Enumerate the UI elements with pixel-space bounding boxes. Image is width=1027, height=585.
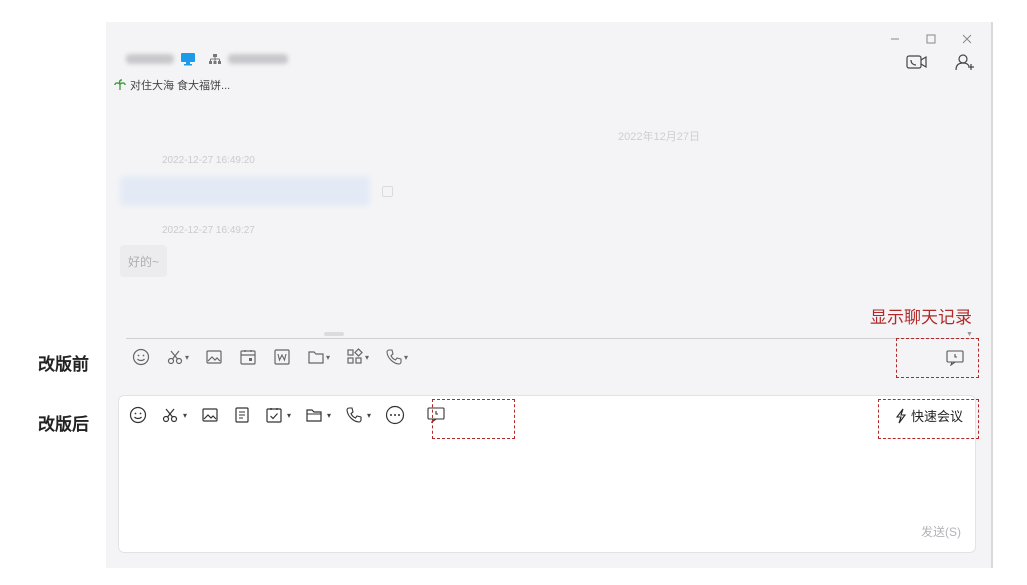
word-doc-icon[interactable]: [273, 346, 291, 368]
folder-icon[interactable]: ▾: [305, 404, 331, 426]
before-label: 改版前: [38, 355, 89, 374]
scissors-icon[interactable]: ▾: [161, 404, 187, 426]
close-icon[interactable]: [949, 28, 985, 50]
read-check-icon: [382, 186, 393, 197]
chat-history: 2022年12月27日 2022-12-27 16:49:20 2022-12-…: [106, 100, 991, 332]
more-icon[interactable]: [385, 404, 405, 426]
org-name-blur: [228, 54, 288, 64]
status-line: 对住大海 食大福饼...: [114, 77, 230, 93]
apps-icon[interactable]: ▾: [346, 346, 369, 368]
org-icon: [208, 53, 222, 65]
contact-header[interactable]: [120, 50, 288, 68]
contact-name-blur: [126, 54, 174, 64]
calendar-icon[interactable]: [239, 346, 257, 368]
history-annotation-label: 显示聊天记录: [870, 308, 972, 327]
new-history-highlight: [432, 399, 515, 439]
emoji-icon[interactable]: [129, 404, 147, 426]
task-icon[interactable]: ▾: [265, 404, 291, 426]
meeting-highlight: [878, 399, 979, 439]
send-button[interactable]: 发送(S): [921, 523, 961, 540]
palm-tree-icon: [114, 79, 126, 91]
input-divider: [126, 338, 976, 339]
resize-handle[interactable]: [324, 332, 344, 336]
header-actions: [905, 52, 977, 72]
chevron-down-icon: ▾: [185, 352, 190, 362]
message-timestamp: 2022-12-27 16:49:27: [162, 225, 255, 236]
date-separator: 2022年12月27日: [618, 131, 700, 143]
chat-window: 对住大海 食大福饼... 2022年12月27日 2022-12-27 16:4…: [106, 22, 993, 568]
chevron-down-icon: ▾: [367, 410, 372, 420]
image-icon[interactable]: [205, 346, 223, 368]
folder-icon[interactable]: ▾: [307, 346, 330, 368]
add-member-icon[interactable]: [953, 52, 977, 72]
image-icon[interactable]: [201, 404, 219, 426]
scissors-icon[interactable]: ▾: [166, 346, 189, 368]
collapse-arrow-icon[interactable]: ▼: [966, 331, 973, 338]
chevron-down-icon: ▾: [326, 352, 331, 362]
message-editor[interactable]: ▾ ▾ ▾ ▾ 快速会议 发送(S): [118, 395, 976, 553]
phone-icon[interactable]: ▾: [385, 346, 408, 368]
message-bubble-blurred: [120, 176, 370, 206]
video-call-icon[interactable]: [905, 52, 929, 72]
emoji-icon[interactable]: [132, 346, 150, 368]
window-controls: [877, 28, 985, 50]
document-icon[interactable]: [233, 404, 251, 426]
old-history-highlight: [896, 338, 979, 378]
message-bubble[interactable]: 好的~: [120, 245, 168, 277]
chevron-down-icon: ▾: [404, 352, 409, 362]
message-timestamp: 2022-12-27 16:49:20: [162, 155, 255, 166]
status-text: 对住大海 食大福饼...: [130, 80, 231, 92]
maximize-icon[interactable]: [913, 28, 949, 50]
minimize-icon[interactable]: [877, 28, 913, 50]
new-toolbar: ▾ ▾ ▾ ▾: [129, 404, 459, 426]
old-toolbar: ▾ ▾ ▾ ▾: [132, 346, 424, 368]
after-label: 改版后: [38, 415, 89, 434]
chevron-down-icon: ▾: [327, 410, 332, 420]
desktop-icon: [180, 52, 196, 66]
chevron-down-icon: ▾: [183, 410, 188, 420]
phone-icon[interactable]: ▾: [345, 404, 371, 426]
chevron-down-icon: ▾: [287, 410, 292, 420]
chevron-down-icon: ▾: [365, 352, 370, 362]
